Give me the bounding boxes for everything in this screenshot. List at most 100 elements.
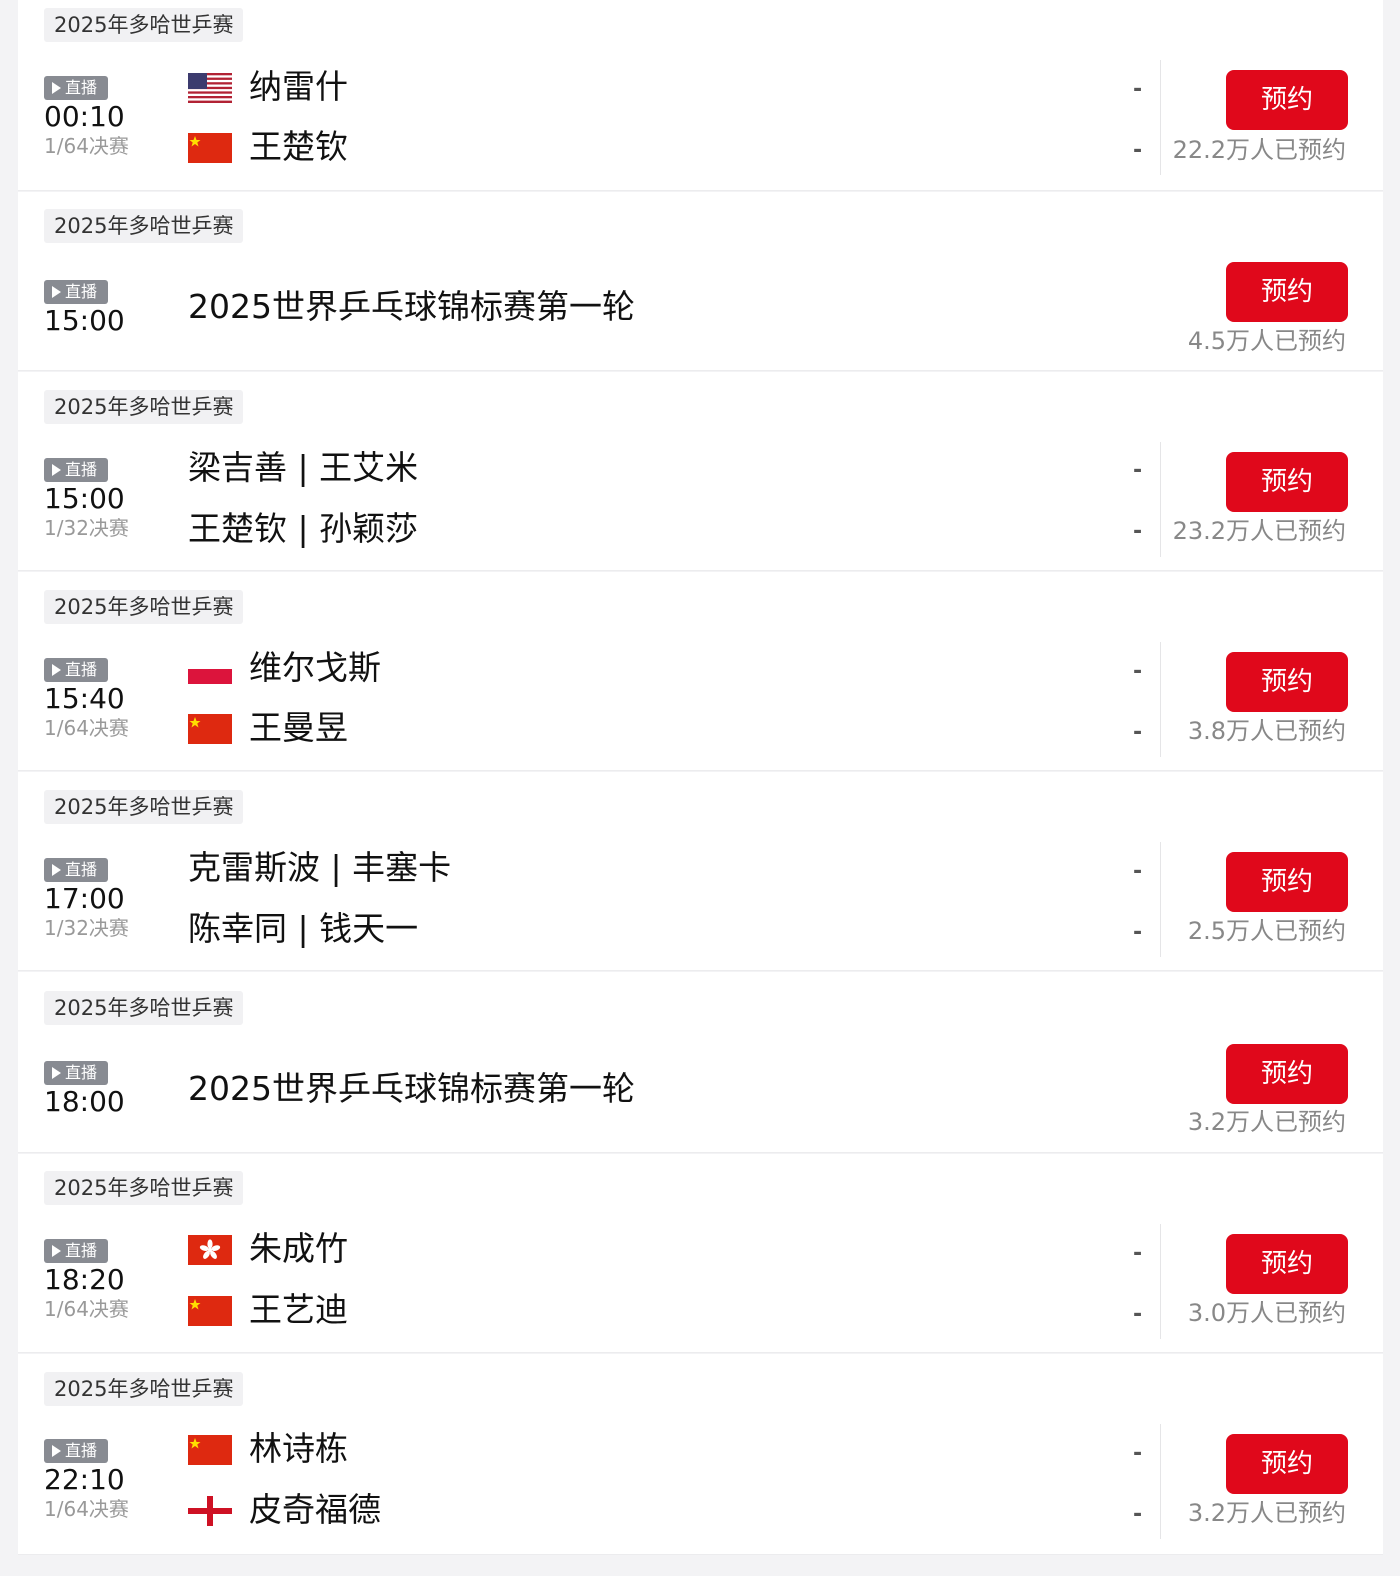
event-tag: 2025年多哈世乒赛 [44,1372,244,1406]
play-icon [52,464,61,476]
live-badge: 直播 [44,458,108,482]
live-label: 直播 [65,282,98,301]
live-badge: 直播 [44,1239,108,1263]
player-name: 王楚钦 | 孙颖莎 [188,509,419,548]
en-flag-icon [188,1496,232,1526]
score: - [1133,659,1143,684]
score: - [1133,720,1143,745]
event-tag: 2025年多哈世乒赛 [44,991,244,1025]
divider [1160,642,1161,757]
book-button[interactable]: 预约 [1226,1234,1348,1294]
cn-flag-icon [188,1296,232,1326]
cn-flag-icon [188,1435,232,1465]
live-label: 直播 [65,860,98,879]
match-time: 15:00 [44,482,125,515]
score: - [1133,138,1143,163]
match-card[interactable]: 2025年多哈世乒赛 直播 15:40 1/64决赛 维尔戈斯 王曼昱 - - … [18,572,1383,771]
match-time: 17:00 [44,882,125,915]
match-time: 18:00 [44,1085,125,1118]
player-name: 王楚钦 [249,127,348,166]
live-badge: 直播 [44,76,108,100]
match-card[interactable]: 2025年多哈世乒赛 直播 15:00 1/32决赛 梁吉善 | 王艾米 王楚钦… [18,372,1383,571]
player-name: 梁吉善 | 王艾米 [188,448,419,487]
play-icon [52,286,61,298]
event-tag: 2025年多哈世乒赛 [44,590,244,624]
event-tag: 2025年多哈世乒赛 [44,390,244,424]
player-name: 王曼昱 [249,708,348,747]
us-flag-icon [188,73,232,103]
booking-count: 3.8万人已预约 [1187,717,1346,745]
match-time: 00:10 [44,100,125,133]
booking-count: 4.5万人已预约 [1187,327,1346,355]
play-icon [52,1067,61,1079]
player-name: 王艺迪 [249,1290,348,1329]
match-card[interactable]: 2025年多哈世乒赛 直播 00:10 1/64决赛 纳雷什 王楚钦 - - 预… [18,0,1383,191]
score: - [1133,920,1143,945]
book-button[interactable]: 预约 [1226,852,1348,912]
match-title: 2025世界乒乓球锦标赛第一轮 [188,287,635,326]
book-button[interactable]: 预约 [1226,1044,1348,1104]
match-card[interactable]: 2025年多哈世乒赛 直播 17:00 1/32决赛 克雷斯波 | 丰塞卡 陈幸… [18,772,1383,971]
match-card[interactable]: 2025年多哈世乒赛 直播 18:20 1/64决赛 朱成竹 王艺迪 - - 预… [18,1154,1383,1353]
match-card[interactable]: 2025年多哈世乒赛 直播 15:00 2025世界乒乓球锦标赛第一轮 预约 4… [18,192,1383,371]
score: - [1133,77,1143,102]
match-time: 15:00 [44,304,125,337]
live-badge: 直播 [44,1061,108,1085]
match-title: 2025世界乒乓球锦标赛第一轮 [188,1069,635,1108]
score: - [1133,458,1143,483]
match-round: 1/32决赛 [44,916,129,940]
live-badge: 直播 [44,658,108,682]
book-button[interactable]: 预约 [1226,652,1348,712]
match-time: 15:40 [44,682,125,715]
live-badge: 直播 [44,858,108,882]
booking-count: 23.2万人已预约 [1172,517,1346,545]
event-tag: 2025年多哈世乒赛 [44,8,244,42]
player-name: 维尔戈斯 [249,648,381,687]
player-name: 朱成竹 [249,1229,348,1268]
booking-count: 3.2万人已预约 [1187,1499,1346,1527]
match-round: 1/64决赛 [44,1297,129,1321]
divider [1160,1424,1161,1539]
score: - [1133,1441,1143,1466]
live-label: 直播 [65,1063,98,1082]
match-round: 1/64决赛 [44,1497,129,1521]
book-button[interactable]: 预约 [1226,1434,1348,1494]
play-icon [52,1445,61,1457]
pl-flag-icon [188,654,232,684]
hk-flag-icon [188,1235,232,1265]
booking-count: 2.5万人已预约 [1187,917,1346,945]
divider [1160,442,1161,557]
live-badge: 直播 [44,1439,108,1463]
cn-flag-icon [188,133,232,163]
match-round: 1/32决赛 [44,516,129,540]
book-button[interactable]: 预约 [1226,452,1348,512]
play-icon [52,664,61,676]
cn-flag-icon [188,714,232,744]
live-label: 直播 [65,660,98,679]
divider [1160,842,1161,957]
booking-count: 3.0万人已预约 [1187,1299,1346,1327]
book-button[interactable]: 预约 [1226,70,1348,130]
match-round: 1/64决赛 [44,134,129,158]
book-button[interactable]: 预约 [1226,262,1348,322]
match-card[interactable]: 2025年多哈世乒赛 直播 18:00 2025世界乒乓球锦标赛第一轮 预约 3… [18,972,1383,1153]
live-label: 直播 [65,78,98,97]
booking-count: 3.2万人已预约 [1187,1108,1346,1136]
play-icon [52,82,61,94]
player-name: 皮奇福德 [249,1490,381,1529]
live-label: 直播 [65,460,98,479]
player-name: 陈幸同 | 钱天一 [188,909,419,948]
match-card[interactable]: 2025年多哈世乒赛 直播 22:10 1/64决赛 林诗栋 皮奇福德 - - … [18,1354,1383,1555]
score: - [1133,519,1143,544]
match-round: 1/64决赛 [44,716,129,740]
event-tag: 2025年多哈世乒赛 [44,790,244,824]
player-name: 克雷斯波 | 丰塞卡 [188,848,452,887]
play-icon [52,864,61,876]
event-tag: 2025年多哈世乒赛 [44,1171,244,1205]
player-name: 林诗栋 [249,1429,348,1468]
divider [1160,1224,1161,1339]
live-label: 直播 [65,1241,98,1260]
divider [1160,60,1161,175]
match-list: 2025年多哈世乒赛 直播 00:10 1/64决赛 纳雷什 王楚钦 - - 预… [0,0,1400,1576]
live-badge: 直播 [44,280,108,304]
